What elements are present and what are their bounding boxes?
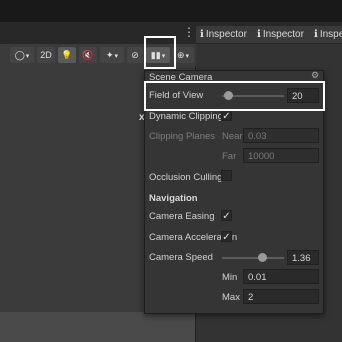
camera-speed-input[interactable]: 1.36 bbox=[287, 250, 319, 265]
audio-toggle-button[interactable]: 🔇 bbox=[79, 47, 97, 63]
gizmo-icon: ⊕ bbox=[176, 50, 185, 60]
camera-speed-label: Camera Speed bbox=[149, 252, 213, 263]
tab-inspector-3[interactable]: ℹ Inspe bbox=[310, 26, 342, 43]
camera-easing-label: Camera Easing bbox=[149, 211, 215, 222]
camera-speed-slider-handle[interactable] bbox=[257, 253, 267, 262]
camera-acceleration-checkbox[interactable]: ✓ bbox=[221, 231, 232, 243]
lightbulb-icon: 💡 bbox=[61, 50, 73, 60]
sphere-icon: ◯ bbox=[14, 50, 25, 60]
2d-toggle-button[interactable]: 2D bbox=[37, 47, 55, 63]
near-label: Near bbox=[222, 131, 243, 142]
far-label: Far bbox=[222, 151, 237, 162]
chevron-down-icon: ▾ bbox=[114, 53, 119, 60]
min-speed-input[interactable]: 0.01 bbox=[243, 269, 319, 284]
max-speed-input[interactable]: 2 bbox=[243, 289, 319, 304]
max-label: Max bbox=[222, 292, 240, 303]
tab-label: Inspector bbox=[205, 29, 247, 40]
title-strip bbox=[0, 0, 342, 22]
more-options-icon[interactable]: ⋮ bbox=[183, 25, 195, 39]
checkmark-icon: ✓ bbox=[222, 232, 231, 243]
highlight-field-of-view bbox=[144, 81, 325, 111]
info-icon: ℹ bbox=[257, 29, 261, 40]
clipping-planes-label: Clipping Planes bbox=[149, 131, 216, 142]
checkmark-icon: ✓ bbox=[222, 211, 231, 222]
highlight-camera-button bbox=[144, 36, 176, 69]
settings-icon[interactable]: ⚙ bbox=[311, 70, 319, 81]
near-clip-input[interactable]: 0.03 bbox=[243, 128, 319, 143]
toolbar-edge bbox=[0, 47, 6, 63]
visibility-toggle-button[interactable]: ⊘ bbox=[127, 47, 143, 63]
dynamic-clipping-checkbox[interactable]: ✓ bbox=[221, 110, 232, 122]
chevron-down-icon: ▾ bbox=[25, 53, 30, 60]
scene-grid-floor bbox=[0, 312, 196, 342]
occlusion-culling-label: Occlusion Culling bbox=[149, 172, 223, 183]
far-clip-input[interactable]: 10000 bbox=[243, 148, 319, 163]
hidden-eye-icon: ⊘ bbox=[131, 50, 139, 60]
speaker-icon: 🔇 bbox=[82, 50, 94, 60]
tab-label: Inspector bbox=[262, 29, 304, 40]
effects-button[interactable]: ✦▾ bbox=[100, 47, 124, 63]
occlusion-culling-checkbox[interactable] bbox=[221, 170, 232, 181]
lighting-toggle-button[interactable]: 💡 bbox=[58, 47, 76, 63]
camera-easing-checkbox[interactable]: ✓ bbox=[221, 210, 232, 222]
shading-mode-button[interactable]: ◯▾ bbox=[10, 47, 34, 63]
info-icon: ℹ bbox=[200, 29, 204, 40]
tab-inspector-2[interactable]: ℹ Inspector bbox=[253, 26, 311, 43]
tab-label: Inspe bbox=[319, 29, 342, 40]
tab-inspector-1[interactable]: ℹ Inspector bbox=[196, 26, 254, 43]
effects-icon: ✦ bbox=[105, 50, 114, 60]
chevron-down-icon: ▾ bbox=[185, 53, 190, 60]
camera-speed-slider-track[interactable] bbox=[222, 257, 284, 259]
min-label: Min bbox=[222, 272, 238, 283]
checkmark-icon: ✓ bbox=[222, 111, 231, 122]
navigation-heading: Navigation bbox=[149, 193, 198, 204]
dynamic-clipping-label: Dynamic Clipping bbox=[149, 111, 223, 122]
info-icon: ℹ bbox=[314, 29, 318, 40]
